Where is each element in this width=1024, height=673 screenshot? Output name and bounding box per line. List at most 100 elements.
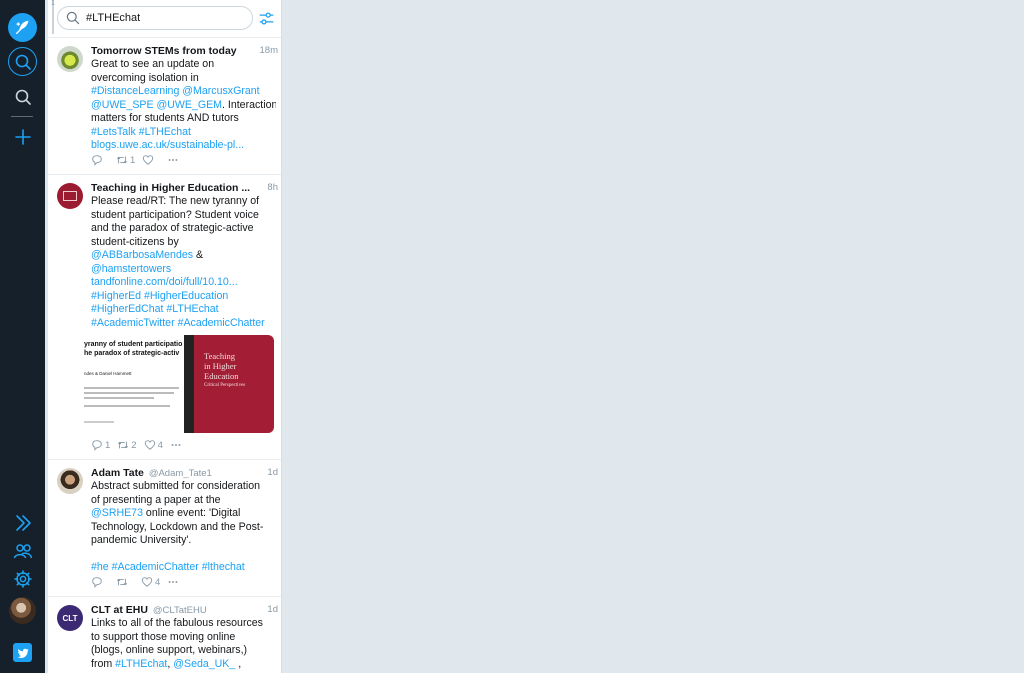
hashtag-link[interactable]: #HigherEd (91, 290, 141, 302)
user-avatar[interactable] (9, 597, 36, 624)
people-icon (13, 543, 32, 558)
mention-link[interactable]: @MarcusxGrant (182, 85, 259, 97)
search-nav-button-active[interactable] (8, 47, 37, 76)
tweet-text-line: #AcademicTwitter #AcademicChatter (91, 317, 276, 331)
tweet-author-avatar[interactable] (57, 46, 83, 72)
add-column-button[interactable] (8, 122, 37, 151)
twitter-logo-button[interactable] (13, 643, 32, 662)
tweet-timestamp[interactable]: 18m (260, 45, 278, 56)
mention-link[interactable]: @UWE_GEM (157, 99, 223, 111)
tweet-text: Please read/RT: The new tyranny of studen… (91, 195, 276, 330)
hashtag-link[interactable]: #AcademicTwitter (91, 317, 175, 329)
like-button[interactable]: 4 (141, 576, 160, 588)
more-button[interactable] (167, 576, 179, 588)
tweet-author-avatar[interactable] (57, 183, 83, 209)
tweet-author-name[interactable]: Tomorrow STEMs from today (91, 45, 237, 57)
tweet-text-line: @UWE_SPE @UWE_GEM. Interaction (91, 99, 276, 113)
hashtag-link[interactable]: #HigherEducation (144, 290, 228, 302)
more-button[interactable] (170, 439, 182, 451)
search-input[interactable] (86, 10, 246, 26)
tweet-text-line: #LetsTalk #LTHEchat (91, 126, 276, 140)
retweet-button[interactable]: 2 (117, 439, 137, 451)
heart-icon (141, 577, 153, 587)
tweet-timestamp[interactable]: 1d (267, 604, 278, 615)
reply-icon (92, 155, 102, 166)
hashtag-link[interactable]: #LTHEchat (139, 126, 191, 138)
hashtag-link[interactable]: #he (91, 561, 109, 573)
like-button[interactable] (142, 154, 160, 166)
tweet-timestamp[interactable]: 1d (267, 467, 278, 478)
expand-sidebar-button[interactable] (8, 508, 37, 537)
tweet[interactable]: Tomorrow STEMs from today 18m Great to s… (48, 38, 281, 175)
tweet-text-line: to support those moving online (91, 631, 276, 645)
heart-icon (143, 155, 154, 165)
reply-icon (92, 577, 102, 588)
retweet-button[interactable] (116, 576, 134, 588)
tweet-text-line: @ABBarbosaMendes & (91, 249, 276, 263)
tweet[interactable]: Adam Tate @Adam_Tate1 1d Abstract submit… (48, 460, 281, 597)
mention-link[interactable]: @Seda_UK_ (173, 658, 235, 670)
tweet-text-segment: to support those moving online (91, 630, 236, 643)
search-icon (66, 11, 80, 25)
hashtag-link[interactable]: #AcademicChatter (178, 317, 265, 329)
column-header: 1 (48, 0, 281, 38)
article-preview-image: yranny of student participatio he parado… (84, 335, 184, 433)
tweet-actions: 1 (91, 153, 186, 167)
url-link[interactable]: tandfonline.com/doi/full/10.10... (91, 276, 238, 288)
column-filter-button[interactable] (258, 10, 275, 27)
tweet-text-line: blogs.uwe.ac.uk/sustainable-pl... (91, 139, 276, 153)
retweet-count: 1 (130, 154, 136, 166)
tweet[interactable]: Teaching in Higher Education ... 8h Plea… (48, 175, 281, 460)
tweet-text-segment: & (193, 249, 204, 261)
hashtag-link[interactable]: #LetsTalk (91, 126, 136, 138)
tweet-text-line: overcoming isolation in (91, 72, 276, 86)
tweet-author-name[interactable]: Adam Tate (91, 467, 144, 479)
reply-button[interactable] (91, 576, 109, 588)
like-button[interactable]: 4 (144, 439, 163, 451)
tweet-text-segment: (blogs, online support, webinars,) (91, 644, 248, 656)
tweet-text-line: from #LTHEchat, @Seda_UK_ , (91, 658, 276, 672)
tweet-text-segment: , (235, 657, 242, 670)
tweet-text-segment: from (91, 657, 116, 670)
hashtag-link[interactable]: #LTHEchat (115, 658, 167, 670)
sidebar-divider (11, 116, 33, 117)
retweet-button[interactable]: 1 (116, 154, 135, 166)
hashtag-link[interactable]: #lthechat (202, 561, 245, 573)
hashtag-link[interactable]: #DistanceLearning (91, 85, 179, 97)
gear-icon (13, 569, 32, 588)
accounts-button[interactable] (8, 536, 37, 565)
hashtag-link[interactable]: #LTHEchat (166, 303, 218, 315)
tweet[interactable]: CLT CLT at EHU @CLTatEHU 1d Links to all… (48, 597, 281, 673)
ellipsis-icon (171, 444, 181, 446)
mention-link[interactable]: @hamstertowers (91, 263, 171, 275)
reply-button[interactable]: 1 (91, 439, 110, 451)
compose-button[interactable] (8, 13, 37, 42)
more-button[interactable] (167, 154, 179, 166)
tweet-text-line: #he #AcademicChatter #lthechat (91, 561, 276, 575)
tweet-text: Abstract submitted for consideration of p… (91, 480, 276, 575)
article-text-line (84, 421, 114, 423)
tweet-author-handle[interactable]: @CLTatEHU (153, 605, 207, 616)
search-box[interactable] (57, 6, 253, 30)
url-link[interactable]: blogs.uwe.ac.uk/sustainable-pl... (91, 139, 244, 151)
tweet-author-name[interactable]: Teaching in Higher Education ... (91, 182, 250, 194)
settings-button[interactable] (8, 564, 37, 593)
tweet-text-line: student-citizens by (91, 236, 276, 250)
search-nav-button[interactable] (8, 82, 37, 111)
tweet-author-avatar[interactable]: CLT (57, 605, 83, 631)
tweet-author-name[interactable]: CLT at EHU (91, 604, 148, 616)
mention-link[interactable]: @UWE_SPE (91, 99, 154, 111)
tweet-author-avatar[interactable] (57, 468, 83, 494)
mention-link[interactable]: @SRHE73 (91, 507, 143, 519)
journal-cover-title: Teaching in Higher Education (204, 351, 238, 381)
tweet-text-line: Technology, Lockdown and the Post- (91, 521, 276, 535)
tweet-text-line: #DistanceLearning @MarcusxGrant (91, 85, 276, 99)
hashtag-link[interactable]: #AcademicChatter (112, 561, 199, 573)
mention-link[interactable]: @ABBarbosaMendes (91, 249, 193, 261)
tweet-media[interactable]: yranny of student participatio he parado… (84, 335, 274, 433)
tweet-timestamp[interactable]: 8h (267, 182, 278, 193)
journal-cover-subtitle: Critical Perspectives (204, 383, 246, 388)
hashtag-link[interactable]: #HigherEdChat (91, 303, 163, 315)
reply-button[interactable] (91, 154, 109, 166)
tweet-author-handle[interactable]: @Adam_Tate1 (149, 468, 212, 479)
